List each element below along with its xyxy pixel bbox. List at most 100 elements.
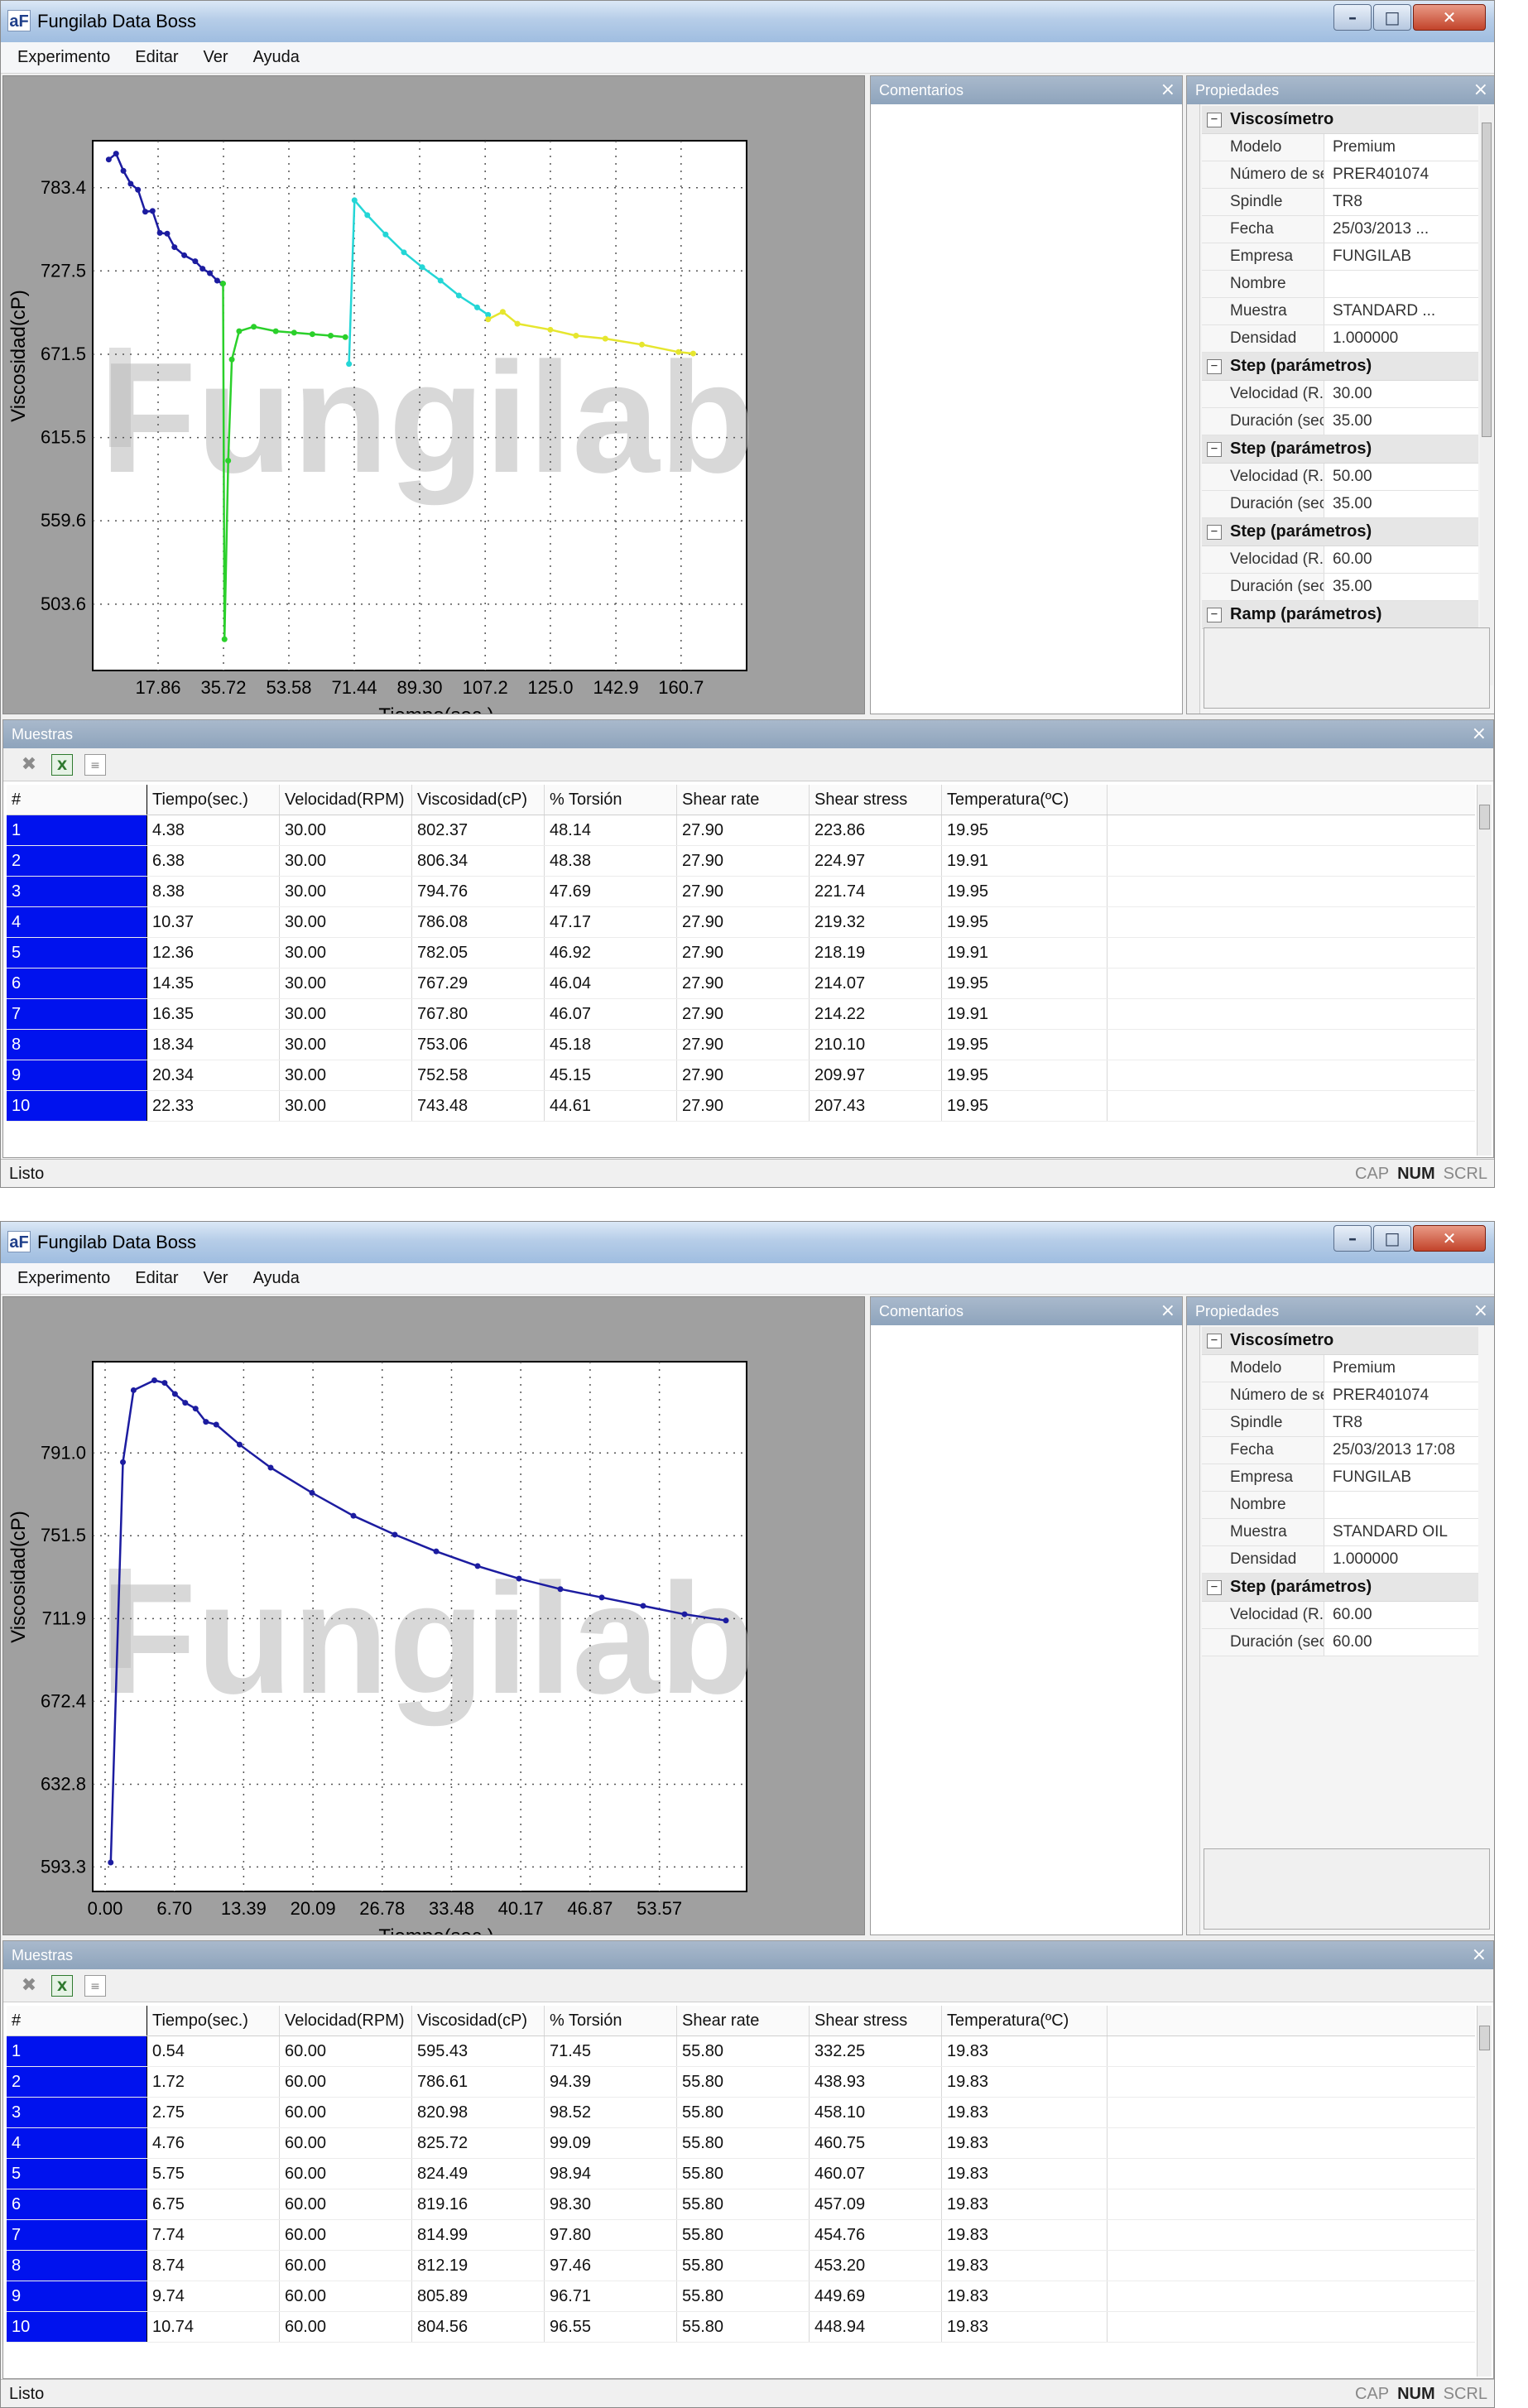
property-row[interactable]: Número de se...PRER401074 — [1202, 1382, 1478, 1410]
column-header[interactable]: Viscosidad(cP) — [412, 2006, 545, 2036]
excel-export-icon[interactable]: X — [51, 753, 73, 776]
column-header[interactable]: Shear stress — [810, 785, 942, 815]
property-row[interactable]: Velocidad (R... 60.00 — [1202, 546, 1478, 574]
table-row[interactable]: 1 4.38 30.00 802.37 48.14 27.90 223.86 19.95 — [7, 815, 1475, 846]
excel-export-icon[interactable]: X — [51, 1974, 73, 1997]
document-icon[interactable]: ≡ — [84, 753, 106, 776]
menu-ver[interactable]: Ver — [204, 48, 228, 67]
property-row[interactable]: Muestra STANDARD ... — [1202, 298, 1478, 325]
collapse-icon[interactable]: − — [1207, 607, 1222, 622]
properties-scrollbar[interactable] — [1480, 106, 1493, 685]
table-row[interactable]: 3 2.75 60.00 820.98 98.52 55.80 458.10 19.83 — [7, 2098, 1475, 2128]
property-row[interactable]: Número de se...PRER401074 — [1202, 161, 1478, 189]
property-section[interactable]: − Ramp (parámetros) — [1202, 601, 1478, 629]
property-value[interactable]: FUNGILAB — [1324, 248, 1411, 266]
column-header[interactable]: Velocidad(RPM) — [280, 785, 412, 815]
property-row[interactable]: Nombre — [1202, 1492, 1478, 1519]
property-value[interactable]: TR8 — [1324, 193, 1362, 211]
property-row[interactable]: Nombre — [1202, 271, 1478, 298]
menu-ayuda[interactable]: Ayuda — [253, 1269, 300, 1288]
property-value[interactable]: STANDARD OIL — [1324, 1523, 1448, 1541]
scroll-thumb[interactable] — [1479, 2026, 1490, 2050]
minimize-button[interactable]: – — [1333, 4, 1372, 31]
property-row[interactable]: Empresa FUNGILAB — [1202, 1464, 1478, 1492]
table-row[interactable]: 9 9.74 60.00 805.89 96.71 55.80 449.69 19.83 — [7, 2281, 1475, 2312]
maximize-button[interactable]: □ — [1373, 1225, 1411, 1252]
property-row[interactable]: Spindle TR8 — [1202, 1410, 1478, 1437]
property-value[interactable]: 30.00 — [1324, 385, 1372, 403]
close-icon[interactable]: × — [1472, 723, 1487, 744]
table-row[interactable]: 3 8.38 30.00 794.76 47.69 27.90 221.74 19.95 — [7, 877, 1475, 907]
collapse-icon[interactable]: − — [1207, 1579, 1222, 1595]
collapse-icon[interactable]: − — [1207, 358, 1222, 374]
property-row[interactable]: Duración (sec.)35.00 — [1202, 408, 1478, 435]
column-header[interactable]: Shear rate — [677, 2006, 810, 2036]
column-header[interactable]: Shear rate — [677, 785, 810, 815]
property-value[interactable]: PRER401074 — [1324, 166, 1429, 184]
property-value[interactable]: 1.000000 — [1324, 329, 1398, 348]
property-section[interactable]: − Step (parámetros) — [1202, 353, 1478, 381]
column-header[interactable]: Tiempo(sec.) — [147, 785, 280, 815]
column-header[interactable]: # — [7, 2006, 147, 2036]
document-icon[interactable]: ≡ — [84, 1974, 106, 1997]
table-row[interactable]: 1 0.54 60.00 595.43 71.45 55.80 332.25 19.83 — [7, 2036, 1475, 2067]
table-row[interactable]: 8 18.34 30.00 753.06 45.18 27.90 210.10 19.95 — [7, 1030, 1475, 1060]
scroll-thumb[interactable] — [1482, 123, 1492, 437]
property-value[interactable]: 60.00 — [1324, 1606, 1372, 1624]
table-row[interactable]: 2 1.72 60.00 786.61 94.39 55.80 438.93 19.83 — [7, 2067, 1475, 2098]
property-section[interactable]: − Step (parámetros) — [1202, 435, 1478, 464]
maximize-button[interactable]: □ — [1373, 4, 1411, 31]
comments-panel[interactable]: Comentarios × — [870, 75, 1183, 714]
close-icon[interactable]: × — [1160, 1300, 1175, 1321]
title-bar[interactable]: aF Fungilab Data Boss – □ ✕ — [1, 1222, 1494, 1263]
property-row[interactable]: Velocidad (R... 30.00 — [1202, 381, 1478, 408]
property-value[interactable]: Premium — [1324, 138, 1396, 156]
property-value[interactable]: TR8 — [1324, 1414, 1362, 1432]
table-row[interactable]: 8 8.74 60.00 812.19 97.46 55.80 453.20 19.83 — [7, 2251, 1475, 2281]
column-header[interactable]: Shear stress — [810, 2006, 942, 2036]
viscosity-chart[interactable]: Fungilab 0.00 6.70 13.39 20.09 26.78 33.48 40.1… — [2, 1296, 865, 1935]
close-button[interactable]: ✕ — [1413, 1225, 1486, 1252]
property-value[interactable]: 1.000000 — [1324, 1550, 1398, 1569]
column-header[interactable]: Tiempo(sec.) — [147, 2006, 280, 2036]
table-row[interactable]: 10 10.74 60.00 804.56 96.55 55.80 448.94 19.83 — [7, 2312, 1475, 2343]
property-row[interactable]: Empresa FUNGILAB — [1202, 243, 1478, 271]
close-icon[interactable]: × — [1160, 79, 1175, 100]
column-header[interactable]: % Torsión — [545, 2006, 677, 2036]
property-section[interactable]: − Viscosímetro — [1202, 106, 1478, 134]
property-row[interactable]: Densidad 1.000000 — [1202, 325, 1478, 353]
property-row[interactable]: Duración (sec.)35.00 — [1202, 574, 1478, 601]
menu-ayuda[interactable]: Ayuda — [253, 48, 300, 67]
property-value[interactable]: PRER401074 — [1324, 1387, 1429, 1405]
minimize-button[interactable]: – — [1333, 1225, 1372, 1252]
table-row[interactable]: 6 6.75 60.00 819.16 98.30 55.80 457.09 19.83 — [7, 2189, 1475, 2220]
column-header[interactable]: Viscosidad(cP) — [412, 785, 545, 815]
collapse-icon[interactable]: − — [1207, 112, 1222, 127]
menu-editar[interactable]: Editar — [135, 48, 178, 67]
table-scrollbar[interactable] — [1477, 2006, 1492, 2377]
column-header[interactable]: Velocidad(RPM) — [280, 2006, 412, 2036]
viscosity-chart[interactable]: Fungilab 17.86 35.72 53.58 71.44 89.30 107.2 12… — [2, 75, 865, 714]
property-section[interactable]: − Viscosímetro — [1202, 1327, 1478, 1355]
collapse-icon[interactable]: − — [1207, 524, 1222, 540]
column-header[interactable]: Temperatura(ºC) — [942, 785, 1108, 815]
menu-experimento[interactable]: Experimento — [17, 1269, 110, 1288]
property-row[interactable]: Velocidad (R... 60.00 — [1202, 1602, 1478, 1629]
property-value[interactable]: STANDARD ... — [1324, 302, 1435, 320]
table-row[interactable]: 10 22.33 30.00 743.48 44.61 27.90 207.43 19.95 — [7, 1091, 1475, 1122]
close-icon[interactable]: × — [1473, 1300, 1488, 1321]
close-icon[interactable]: × — [1472, 1944, 1487, 1965]
column-header[interactable]: % Torsión — [545, 785, 677, 815]
table-scrollbar[interactable] — [1477, 785, 1492, 1156]
menu-experimento[interactable]: Experimento — [17, 48, 110, 67]
property-value[interactable]: Premium — [1324, 1359, 1396, 1377]
property-value[interactable]: 50.00 — [1324, 468, 1372, 486]
property-row[interactable]: Modelo Premium — [1202, 1355, 1478, 1382]
table-row[interactable]: 9 20.34 30.00 752.58 45.15 27.90 209.97 19.95 — [7, 1060, 1475, 1091]
collapse-icon[interactable]: − — [1207, 441, 1222, 457]
table-row[interactable]: 2 6.38 30.00 806.34 48.38 27.90 224.97 19.91 — [7, 846, 1475, 877]
comments-panel[interactable]: Comentarios × — [870, 1296, 1183, 1935]
table-row[interactable]: 4 4.76 60.00 825.72 99.09 55.80 460.75 19.83 — [7, 2128, 1475, 2159]
property-row[interactable]: Muestra STANDARD OIL — [1202, 1519, 1478, 1546]
property-row[interactable]: Fecha 25/03/2013 17:08 — [1202, 1437, 1478, 1464]
